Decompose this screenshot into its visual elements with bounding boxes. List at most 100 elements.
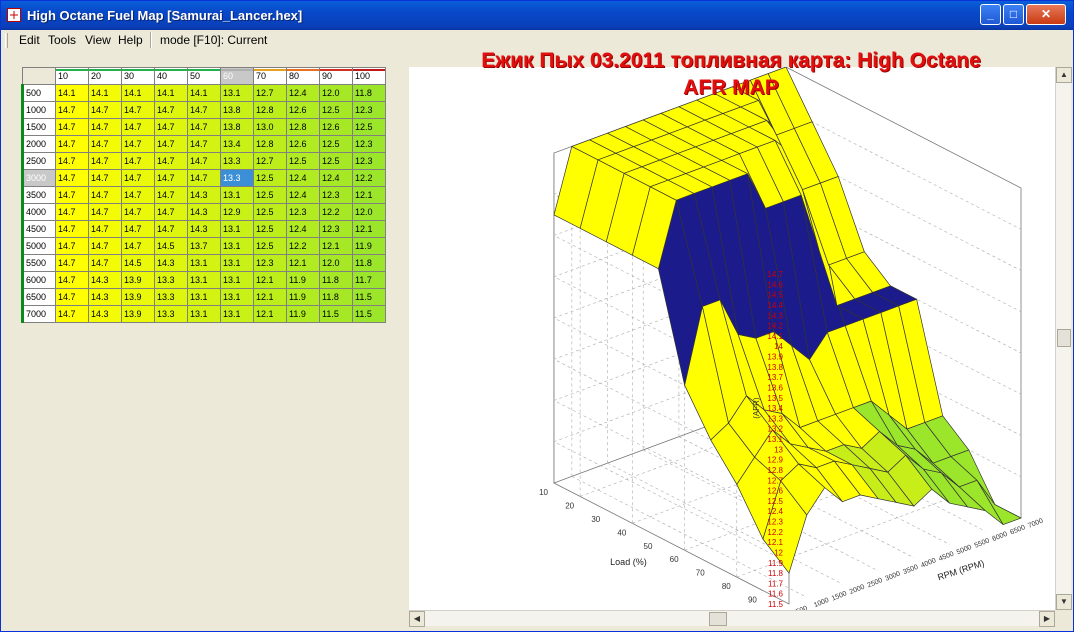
map-cell[interactable]: 13.1 xyxy=(187,288,221,306)
map-cell[interactable]: 11.9 xyxy=(286,271,320,289)
column-header-60[interactable]: 60 xyxy=(220,67,254,85)
map-cell[interactable]: 11.9 xyxy=(286,288,320,306)
map-cell[interactable]: 14.7 xyxy=(121,237,155,255)
map-cell[interactable]: 14.7 xyxy=(187,135,221,153)
map-cell[interactable]: 12.0 xyxy=(352,203,386,221)
map-cell[interactable]: 12.4 xyxy=(286,220,320,238)
column-header-40[interactable]: 40 xyxy=(154,67,188,85)
map-cell[interactable]: 12.5 xyxy=(253,237,287,255)
map-cell[interactable]: 13.1 xyxy=(187,271,221,289)
column-header-100[interactable]: 100 xyxy=(352,67,386,85)
row-header-5500[interactable]: 5500 xyxy=(21,254,56,272)
fuel-map-table[interactable]: 10 20 30 40 50 60 70 80 90 100 500 14.1 14.1 14.1 14.1… xyxy=(21,67,386,323)
map-cell[interactable]: 12.1 xyxy=(253,288,287,306)
map-cell[interactable]: 12.2 xyxy=(319,203,353,221)
map-cell[interactable]: 14.7 xyxy=(121,152,155,170)
column-header-90[interactable]: 90 xyxy=(319,67,353,85)
map-cell[interactable]: 12.5 xyxy=(319,135,353,153)
map-cell[interactable]: 14.7 xyxy=(121,220,155,238)
map-cell[interactable]: 12.5 xyxy=(253,186,287,204)
map-cell[interactable]: 11.9 xyxy=(286,305,320,323)
map-cell[interactable]: 14.7 xyxy=(55,152,89,170)
mode-indicator[interactable]: mode [F10]: Current xyxy=(160,33,267,47)
map-cell[interactable]: 14.7 xyxy=(154,135,188,153)
map-cell[interactable]: 12.1 xyxy=(286,254,320,272)
map-cell[interactable]: 13.1 xyxy=(220,186,254,204)
map-cell[interactable]: 14.7 xyxy=(154,203,188,221)
horizontal-scroll-thumb[interactable] xyxy=(709,612,727,626)
map-cell[interactable]: 12.5 xyxy=(352,118,386,136)
map-cell[interactable]: 14.5 xyxy=(121,254,155,272)
map-cell[interactable]: 12.6 xyxy=(319,118,353,136)
scroll-right-icon[interactable]: ▶ xyxy=(1039,611,1055,627)
map-cell[interactable]: 12.5 xyxy=(253,203,287,221)
close-button[interactable]: ✕ xyxy=(1026,4,1066,25)
row-header-2500[interactable]: 2500 xyxy=(21,152,56,170)
row-header-4500[interactable]: 4500 xyxy=(21,220,56,238)
map-cell[interactable]: 14.3 xyxy=(88,305,122,323)
map-cell[interactable]: 14.7 xyxy=(88,101,122,119)
map-cell[interactable]: 12.5 xyxy=(253,220,287,238)
map-cell[interactable]: 13.8 xyxy=(220,118,254,136)
map-cell[interactable]: 14.7 xyxy=(154,118,188,136)
map-cell[interactable]: 14.1 xyxy=(55,84,89,102)
column-header-80[interactable]: 80 xyxy=(286,67,320,85)
map-cell[interactable]: 14.7 xyxy=(55,186,89,204)
map-cell[interactable]: 14.3 xyxy=(154,254,188,272)
vertical-scroll-thumb[interactable] xyxy=(1057,329,1071,347)
map-cell[interactable]: 13.1 xyxy=(220,254,254,272)
map-cell[interactable]: 14.1 xyxy=(187,84,221,102)
map-cell[interactable]: 14.7 xyxy=(88,220,122,238)
map-cell[interactable]: 14.7 xyxy=(55,135,89,153)
map-cell[interactable]: 14.3 xyxy=(187,186,221,204)
map-cell[interactable]: 14.7 xyxy=(154,169,188,187)
map-cell[interactable]: 11.8 xyxy=(352,84,386,102)
map-cell[interactable]: 12.1 xyxy=(352,220,386,238)
map-cell[interactable]: 14.3 xyxy=(187,203,221,221)
vertical-scrollbar[interactable]: ▲ ▼ xyxy=(1055,67,1072,610)
column-header-10[interactable]: 10 xyxy=(55,67,89,85)
map-cell[interactable]: 12.4 xyxy=(319,169,353,187)
map-cell[interactable]: 12.3 xyxy=(352,135,386,153)
map-cell[interactable]: 13.3 xyxy=(154,305,188,323)
map-cell[interactable]: 12.2 xyxy=(352,169,386,187)
map-cell[interactable]: 12.7 xyxy=(253,152,287,170)
map-cell[interactable]: 12.4 xyxy=(286,169,320,187)
map-cell[interactable]: 11.8 xyxy=(319,271,353,289)
map-cell[interactable]: 12.5 xyxy=(319,101,353,119)
map-cell[interactable]: 14.7 xyxy=(88,237,122,255)
map-cell[interactable]: 14.7 xyxy=(88,169,122,187)
row-header-500[interactable]: 500 xyxy=(21,84,56,102)
map-cell[interactable]: 14.7 xyxy=(88,118,122,136)
map-cell[interactable]: 14.3 xyxy=(187,220,221,238)
map-cell[interactable]: 13.3 xyxy=(220,169,254,187)
map-cell[interactable]: 12.1 xyxy=(253,305,287,323)
map-cell[interactable]: 12.3 xyxy=(286,203,320,221)
map-cell[interactable]: 12.3 xyxy=(319,220,353,238)
map-cell[interactable]: 11.8 xyxy=(352,254,386,272)
map-cell[interactable]: 12.2 xyxy=(286,237,320,255)
menu-help[interactable]: Help xyxy=(118,33,143,47)
map-cell[interactable]: 13.1 xyxy=(220,220,254,238)
map-cell[interactable]: 12.7 xyxy=(253,84,287,102)
row-header-4000[interactable]: 4000 xyxy=(21,203,56,221)
map-cell[interactable]: 12.4 xyxy=(286,186,320,204)
map-cell[interactable]: 12.5 xyxy=(253,169,287,187)
map-cell[interactable]: 13.1 xyxy=(220,237,254,255)
map-cell[interactable]: 14.7 xyxy=(121,118,155,136)
map-cell[interactable]: 14.7 xyxy=(121,186,155,204)
title-bar[interactable]: High Octane Fuel Map [Samurai_Lancer.hex… xyxy=(1,1,1073,30)
menu-view[interactable]: View xyxy=(85,33,111,47)
map-cell[interactable]: 14.7 xyxy=(187,101,221,119)
map-cell[interactable]: 13.1 xyxy=(220,288,254,306)
map-cell[interactable]: 11.5 xyxy=(352,305,386,323)
maximize-button[interactable]: □ xyxy=(1003,4,1024,25)
afr-3d-chart-area[interactable]: 14.7 14.6 14.5 14.4 14.3 14.2 14.1 14 13.9 13.8 13… xyxy=(409,66,1055,618)
map-cell[interactable]: 12.0 xyxy=(319,84,353,102)
map-cell[interactable]: 14.3 xyxy=(88,271,122,289)
map-cell[interactable]: 13.4 xyxy=(220,135,254,153)
map-cell[interactable]: 11.5 xyxy=(352,288,386,306)
map-cell[interactable]: 12.6 xyxy=(286,135,320,153)
map-cell[interactable]: 12.9 xyxy=(220,203,254,221)
map-cell[interactable]: 14.5 xyxy=(154,237,188,255)
